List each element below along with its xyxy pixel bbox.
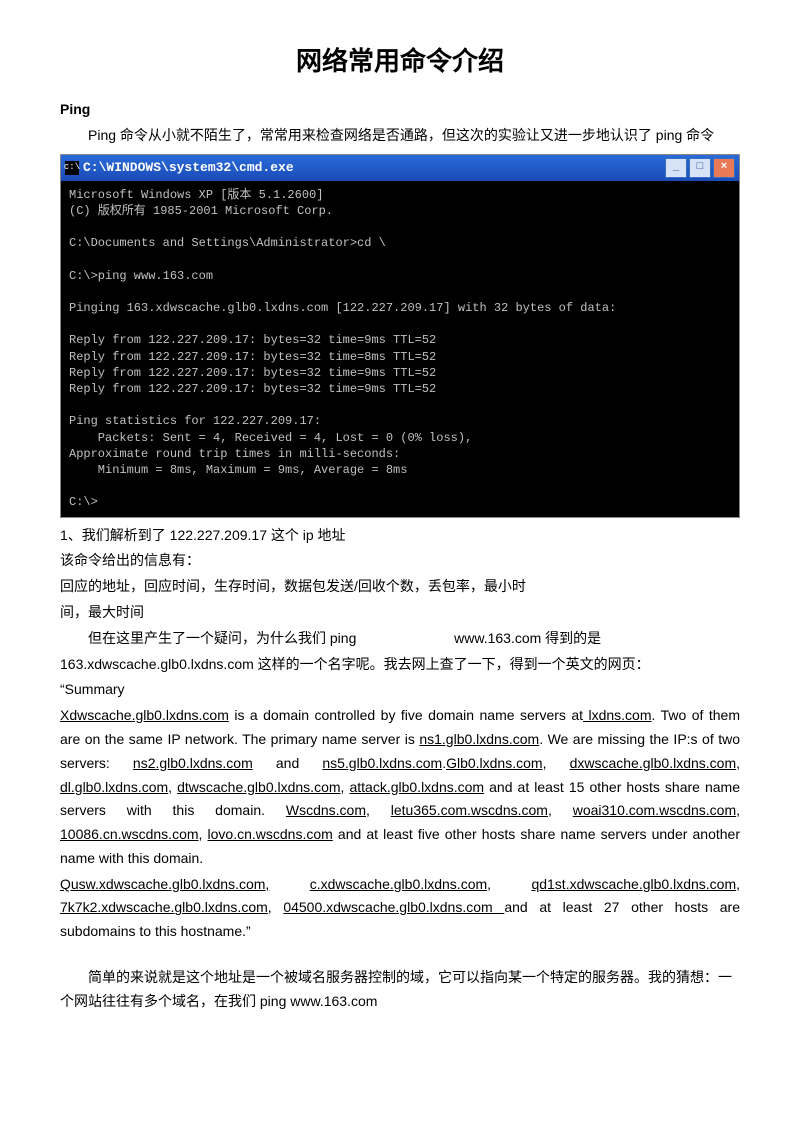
link-qusw: Qusw.xdwscache.glb0.lxdns.com,: [60, 876, 269, 892]
t7: ,: [168, 779, 177, 795]
t4: and: [253, 755, 323, 771]
link-dxws: dxwscache.glb0.lxdns.com: [570, 755, 737, 771]
t10: ,: [366, 802, 391, 818]
line-2: 该命令给出的信息有：: [60, 549, 740, 573]
t23: ,: [268, 899, 284, 915]
section-heading-ping: Ping: [60, 98, 740, 122]
link-qd1st: qd1st.xdwscache.glb0.lxdns.com: [531, 876, 736, 892]
line-4: 间，最大时间: [60, 601, 740, 625]
t20: [269, 876, 309, 892]
link-wscdns: Wscdns.com: [286, 802, 366, 818]
link-dtws: dtwscache.glb0.lxdns.com: [177, 779, 340, 795]
cmd-title: C:\WINDOWS\system32\cmd.exe: [83, 157, 663, 179]
link-04500: 04500.xdwscache.glb0.lxdns.com: [283, 899, 504, 915]
t21: ,: [487, 876, 531, 892]
line-5: 但在这里产生了一个疑问，为什么我们 ping www.163.com 得到的是: [60, 627, 740, 651]
t11: ,: [548, 802, 573, 818]
link-ns5: ns5.glb0.lxdns.com: [322, 755, 442, 771]
link-lovo: lovo.cn.wscdns.com: [208, 826, 333, 842]
link-7k7k2: 7k7k2.xdwscache.glb0.lxdns.com: [60, 899, 268, 915]
t1: is a domain controlled by five domain na…: [229, 707, 583, 723]
tail-text: 简单的来说就是这个地址是一个被域名服务器控制的域，它可以指向某一个特定的服务器。…: [60, 966, 740, 1014]
summary-para-1: Xdwscache.glb0.lxdns.com is a domain con…: [60, 704, 740, 871]
link-lxdns: lxdns.com: [583, 707, 651, 723]
summary-label: “Summary: [60, 678, 740, 702]
link-dl: dl.glb0.lxdns.com: [60, 779, 168, 795]
link-ns1: ns1.glb0.lxdns.com: [419, 731, 539, 747]
link-10086: 10086.cn.wscdns.com: [60, 826, 199, 842]
cmd-icon: c:\: [65, 161, 79, 175]
summary-para-2: Qusw.xdwscache.glb0.lxdns.com, c.xdwscac…: [60, 873, 740, 944]
page-title: 网络常用命令介绍: [60, 40, 740, 84]
line-3: 回应的地址，回应时间，生存时间，数据包发送/回收个数，丢包率，最小时: [60, 575, 740, 599]
close-button[interactable]: ×: [713, 158, 735, 178]
t22: ,: [736, 876, 740, 892]
t6: ,: [736, 755, 740, 771]
minimize-button[interactable]: _: [665, 158, 687, 178]
link-glb0: Glb0.lxdns.com: [446, 755, 542, 771]
link-ns2: ns2.glb0.lxdns.com: [133, 755, 253, 771]
line-5a: 但在这里产生了一个疑问，为什么我们 ping: [88, 630, 356, 646]
maximize-button[interactable]: □: [689, 158, 711, 178]
cmd-terminal[interactable]: Microsoft Windows XP [版本 5.1.2600] (C) 版…: [61, 181, 739, 517]
link-woai310: woai310.com.wscdns.com: [573, 802, 736, 818]
cmd-window: c:\ C:\WINDOWS\system32\cmd.exe _ □ × Mi…: [60, 154, 740, 518]
link-letu365: letu365.com.wscdns.com: [391, 802, 548, 818]
line-5b: www.163.com 得到的是: [454, 630, 601, 646]
t12: ,: [736, 802, 740, 818]
t13: ,: [199, 826, 208, 842]
line-6: 163.xdwscache.glb0.lxdns.com 这样的一个名字呢。我去…: [60, 653, 740, 677]
intro-text: Ping 命令从小就不陌生了，常常用来检查网络是否通路，但这次的实验让又进一步地…: [60, 124, 740, 148]
t5: ,: [543, 755, 570, 771]
cmd-titlebar: c:\ C:\WINDOWS\system32\cmd.exe _ □ ×: [61, 155, 739, 181]
link-attack: attack.glb0.lxdns.com: [349, 779, 484, 795]
link-xdwscache: Xdwscache.glb0.lxdns.com: [60, 707, 229, 723]
line-1: 1、我们解析到了 122.227.209.17 这个 ip 地址: [60, 524, 740, 548]
window-controls: _ □ ×: [663, 158, 735, 178]
link-c: c.xdwscache.glb0.lxdns.com: [310, 876, 487, 892]
